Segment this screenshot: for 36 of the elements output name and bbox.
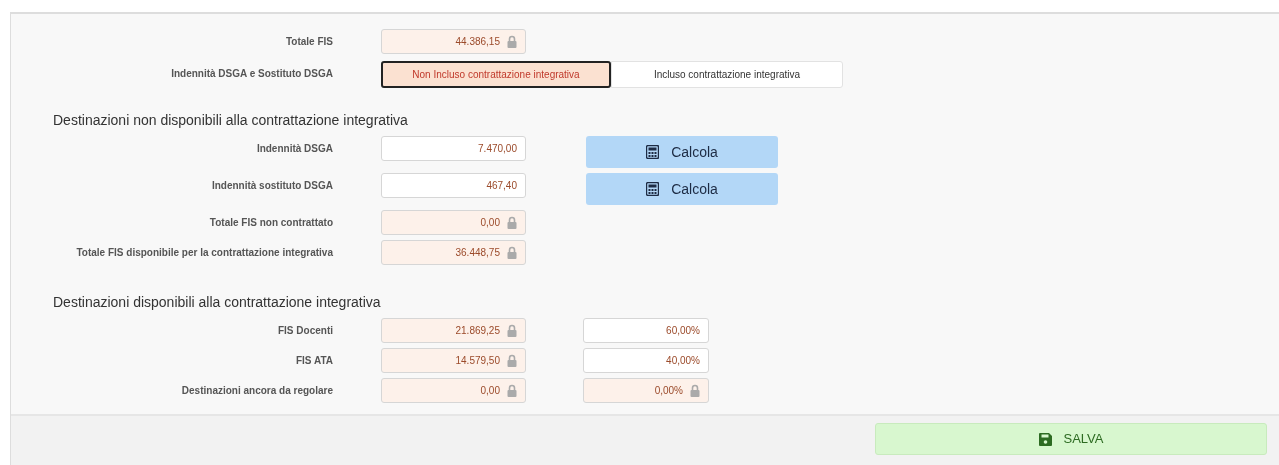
field-value: 14.579,50 bbox=[455, 354, 500, 368]
field-label: FIS Docenti bbox=[277, 324, 333, 338]
field-value: 44.386,15 bbox=[455, 35, 500, 49]
field-label: Indennità DSGA e Sostituto DSGA bbox=[170, 67, 333, 81]
field-label: Indennità sostituto DSGA bbox=[210, 179, 333, 193]
calculate-button[interactable]: Calcola bbox=[586, 136, 778, 168]
field-value: 0,00% bbox=[654, 384, 683, 398]
field-label: FIS ATA bbox=[294, 354, 333, 368]
field-value: 21.869,25 bbox=[455, 324, 500, 338]
toggle-option[interactable]: Non Incluso contrattazione integrativa bbox=[381, 61, 611, 88]
field-label: Indennità DSGA bbox=[255, 142, 333, 156]
lock-icon bbox=[507, 354, 517, 367]
lock-icon bbox=[507, 246, 517, 259]
toggle-option[interactable]: Incluso contrattazione integrativa bbox=[611, 61, 843, 88]
lock-icon bbox=[507, 384, 517, 397]
calculator-icon bbox=[646, 145, 660, 159]
input-field[interactable]: 7.470,00 bbox=[381, 136, 526, 161]
field-label: Totale FIS non contrattato bbox=[208, 216, 333, 230]
lock-icon bbox=[507, 324, 517, 337]
save-button[interactable]: SALVA bbox=[875, 423, 1267, 455]
section-heading: Destinazioni disponibili alla contrattazione integrativa bbox=[53, 293, 382, 312]
field-value: 0,00 bbox=[480, 384, 500, 398]
field-value: 36.448,75 bbox=[455, 246, 500, 260]
field-value: 0,00 bbox=[480, 216, 500, 230]
field-label: Totale FIS disponibile per la contrattazione integrativa bbox=[75, 246, 333, 260]
field-label: Totale FIS bbox=[284, 35, 333, 49]
lock-icon bbox=[507, 35, 517, 48]
section-heading: Destinazioni non disponibili alla contrattazione integrativa bbox=[53, 111, 409, 130]
calculator-icon bbox=[646, 182, 660, 196]
lock-icon bbox=[690, 384, 700, 397]
field-label: Destinazioni ancora da regolare bbox=[180, 384, 333, 398]
input-field[interactable]: 467,40 bbox=[381, 173, 526, 198]
input-field[interactable]: 40,00% bbox=[583, 348, 709, 373]
lock-icon bbox=[507, 216, 517, 229]
input-field[interactable]: 60,00% bbox=[583, 318, 709, 343]
calculate-button[interactable]: Calcola bbox=[586, 173, 778, 205]
